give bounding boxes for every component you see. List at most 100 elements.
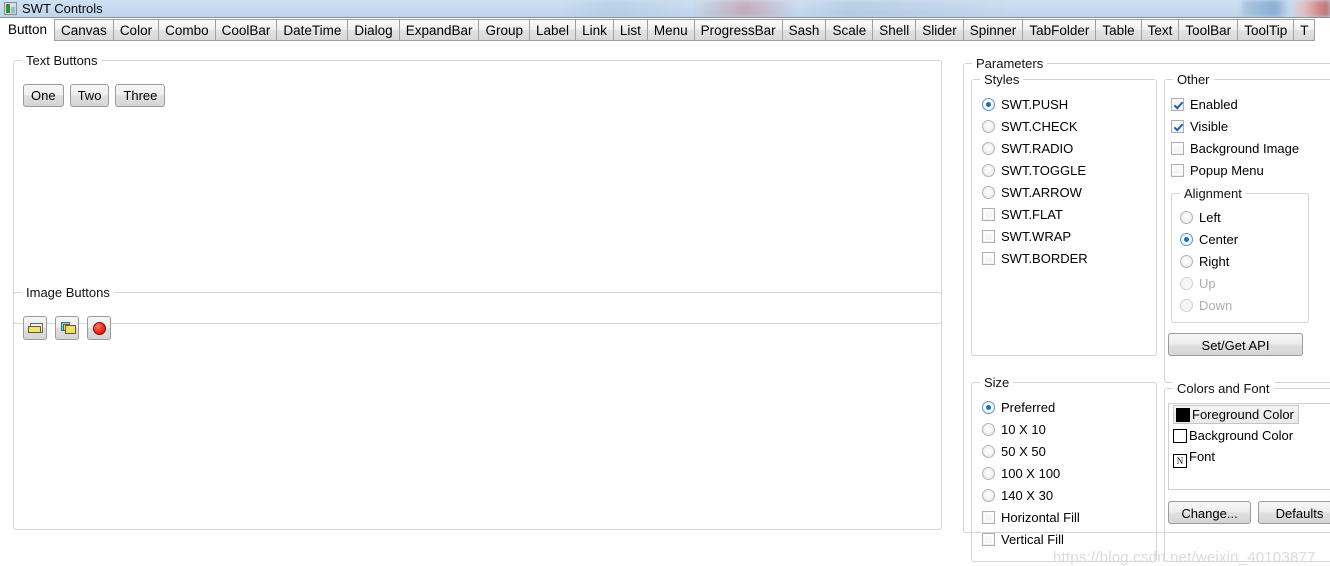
tab-label[interactable]: Label [530,19,577,41]
radio-100-x-100[interactable]: 100 X 100 [982,463,1080,485]
tab-datetime[interactable]: DateTime [277,19,349,41]
tab-color[interactable]: Color [113,19,160,41]
text-button-two[interactable]: Two [69,84,110,107]
tab-scale[interactable]: Scale [826,19,874,41]
radio-swt-radio[interactable]: SWT.RADIO [982,138,1088,160]
defaults-button[interactable]: Defaults [1258,501,1330,524]
tab-button[interactable]: Button [0,19,55,41]
tab-table[interactable]: Table [1096,19,1142,41]
option-label: SWT.WRAP [1001,229,1072,244]
checkbox-swt-flat[interactable]: SWT.FLAT [982,204,1088,226]
checkbox-swt-border[interactable]: SWT.BORDER [982,248,1088,270]
checkbox-enabled[interactable]: Enabled [1171,94,1299,116]
image-button-folder-open[interactable] [55,316,79,340]
change-button[interactable]: Change... [1168,501,1251,524]
radio-50-x-50[interactable]: 50 X 50 [982,441,1080,463]
group-parameters: Parameters Styles SWT.PUSH SWT.CHECK SWT.R… [963,56,1330,562]
text-button-three[interactable]: Three [115,84,166,107]
radio-indicator [982,98,995,111]
checkbox-indicator [1171,142,1184,155]
color-swatch-black [1176,408,1190,422]
radio-indicator [1180,233,1193,246]
window-title-bar: SWT Controls [0,0,1330,17]
tab-sash[interactable]: Sash [782,19,827,41]
radio-right[interactable]: Right [1180,251,1238,273]
tab-link[interactable]: Link [576,19,614,41]
radio-indicator [1180,211,1193,224]
list-item-content: Background Color [1173,428,1293,443]
tab-menu[interactable]: Menu [647,19,695,41]
option-label: Up [1199,276,1216,291]
checkbox-indicator [982,252,995,265]
checkbox-indicator [982,230,995,243]
radio-swt-check[interactable]: SWT.CHECK [982,116,1088,138]
radio-indicator [982,120,995,133]
radio-left[interactable]: Left [1180,207,1238,229]
image-button-folder-closed[interactable] [23,316,47,340]
radio-center[interactable]: Center [1180,229,1238,251]
image-buttons-row [23,316,119,343]
app-icon [4,2,17,15]
option-label: Vertical Fill [1001,532,1064,547]
tab-text[interactable]: Text [1141,19,1180,41]
group-text-buttons: Text Buttons One Two Three [13,53,942,324]
checkbox-vertical-fill[interactable]: Vertical Fill [982,529,1080,551]
option-label: SWT.BORDER [1001,251,1088,266]
tab-tabfolder[interactable]: TabFolder [1023,19,1097,41]
group-styles: Styles SWT.PUSH SWT.CHECK SWT.RADIO SWT.TOG… [971,72,1157,356]
checkbox-indicator [1171,98,1184,111]
main-content: Text Buttons One Two Three Image Buttons P… [0,41,1330,566]
tab-bar[interactable]: Button Canvas Color Combo CoolBar DateTime Dia… [0,17,1330,41]
tab-slider[interactable]: Slider [916,19,964,41]
option-label: SWT.PUSH [1001,97,1069,112]
tab-tooltip[interactable]: ToolTip [1238,19,1295,41]
tab-list[interactable]: List [613,19,648,41]
radio-swt-push[interactable]: SWT.PUSH [982,94,1088,116]
radio-down: Down [1180,295,1238,317]
tab-canvas[interactable]: Canvas [54,19,114,41]
tab-combo[interactable]: Combo [159,19,216,41]
tab-expandbar[interactable]: ExpandBar [399,19,480,41]
tab-shell[interactable]: Shell [873,19,917,41]
radio-swt-arrow[interactable]: SWT.ARROW [982,182,1088,204]
set-get-api-button[interactable]: Set/Get API [1168,333,1303,356]
tab-dialog[interactable]: Dialog [348,19,400,41]
list-item[interactable]: Background Color [1169,425,1330,446]
group-other: Other Enabled Visible Background Image Popu… [1164,72,1330,383]
option-label: Center [1199,232,1239,247]
option-label: SWT.CHECK [1001,119,1078,134]
group-styles-title: Styles [980,72,1024,87]
checkbox-popup-menu[interactable]: Popup Menu [1171,160,1299,182]
window-title: SWT Controls [22,1,103,16]
checkbox-visible[interactable]: Visible [1171,116,1299,138]
tab-progressbar[interactable]: ProgressBar [694,19,783,41]
option-label: Popup Menu [1190,163,1264,178]
checkbox-horizontal-fill[interactable]: Horizontal Fill [982,507,1080,529]
tab-coolbar[interactable]: CoolBar [215,19,278,41]
text-button-one[interactable]: One [23,84,64,107]
radio-140-x-30[interactable]: 140 X 30 [982,485,1080,507]
checkbox-indicator [982,511,995,524]
radio-10-x-10[interactable]: 10 X 10 [982,419,1080,441]
other-option-list: Enabled Visible Background Image Popup Menu [1171,94,1299,182]
group-alignment-title: Alignment [1180,186,1246,201]
red-circle-icon [88,317,110,339]
list-item[interactable]: N Font [1169,446,1330,468]
group-size-title: Size [980,375,1014,390]
tab-toolbar[interactable]: ToolBar [1179,19,1239,41]
tab-group[interactable]: Group [479,19,531,41]
list-item[interactable]: Foreground Color [1169,404,1330,425]
colors-and-font-list[interactable]: Foreground Color Background Color N Font [1168,403,1330,490]
radio-preferred[interactable]: Preferred [982,397,1080,419]
group-image-buttons: Image Buttons [13,285,942,530]
radio-swt-toggle[interactable]: SWT.TOGGLE [982,160,1088,182]
checkbox-background-image[interactable]: Background Image [1171,138,1299,160]
checkbox-swt-wrap[interactable]: SWT.WRAP [982,226,1088,248]
image-button-red-circle[interactable] [87,316,111,340]
tab-t[interactable]: T [1294,19,1316,41]
radio-indicator [982,423,995,436]
window-controls-blurred[interactable] [1242,0,1330,17]
list-item-content: Foreground Color [1173,405,1299,424]
tab-spinner[interactable]: Spinner [963,19,1024,41]
alignment-option-list: Left Center Right Up Down [1180,207,1238,317]
